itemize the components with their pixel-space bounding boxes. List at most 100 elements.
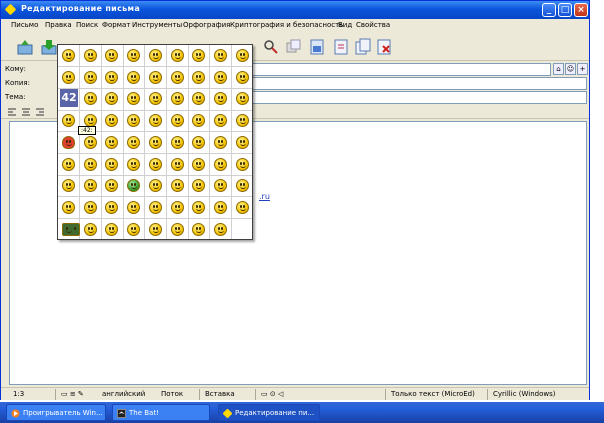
smiley-icon[interactable] [105, 92, 119, 106]
smiley-icon[interactable] [105, 200, 119, 214]
smiley-icon[interactable] [127, 49, 141, 62]
smiley-icon[interactable] [148, 222, 162, 236]
smiley-icon[interactable] [213, 70, 227, 84]
smiley-icon[interactable] [192, 70, 206, 84]
queue-icon[interactable] [39, 37, 59, 57]
smiley-icon[interactable] [170, 114, 184, 128]
smiley-icon[interactable] [62, 200, 75, 214]
smiley-icon[interactable] [148, 49, 162, 62]
smiley-icon[interactable] [235, 49, 249, 62]
smiley-icon[interactable] [235, 179, 249, 193]
smiley-icon[interactable] [62, 222, 80, 236]
replace-icon[interactable] [261, 37, 281, 57]
smiley-icon[interactable] [127, 114, 141, 128]
smiley-icon[interactable] [105, 114, 119, 128]
smiley-icon[interactable] [192, 200, 206, 214]
smiley-icon[interactable] [127, 92, 141, 106]
add-recipient-icon[interactable]: + [577, 63, 588, 75]
maximize-button[interactable]: □ [558, 3, 572, 17]
smiley-icon[interactable] [235, 114, 249, 128]
smiley-icon[interactable] [170, 222, 184, 236]
align-right-icon[interactable] [35, 107, 45, 117]
spellcheck-icon[interactable] [283, 37, 303, 57]
smiley-icon[interactable] [105, 49, 119, 62]
delete-icon[interactable] [375, 37, 395, 57]
template-icon[interactable] [331, 37, 351, 57]
smiley-icon[interactable] [170, 92, 184, 106]
taskbar-message-editor[interactable]: Редактирование пи... [218, 404, 320, 421]
smiley-icon[interactable] [127, 222, 141, 236]
smiley-icon[interactable] [192, 157, 206, 171]
smiley-icon[interactable] [192, 222, 206, 236]
smiley-icon[interactable] [235, 92, 249, 106]
align-center-icon[interactable] [21, 107, 31, 117]
taskbar-media-player[interactable]: Проигрыватель Win... [6, 404, 106, 421]
smiley-icon[interactable] [192, 49, 206, 62]
smiley-icon[interactable] [235, 135, 249, 149]
send-icon[interactable] [15, 37, 35, 57]
smiley-icon[interactable] [170, 157, 184, 171]
smiley-icon[interactable] [105, 157, 119, 171]
smiley-icon[interactable] [148, 157, 162, 171]
number-42-smiley[interactable]: 42 [60, 89, 78, 107]
smiley-icon[interactable] [62, 70, 75, 84]
menu-properties[interactable]: Свойства [356, 21, 390, 29]
body-link[interactable]: .ru [259, 192, 270, 201]
smiley-icon[interactable] [62, 135, 75, 149]
smiley-icon[interactable] [83, 222, 97, 236]
smiley-icon[interactable] [62, 157, 75, 171]
smiley-icon[interactable] [62, 49, 75, 62]
smiley-icon[interactable] [105, 222, 119, 236]
smiley-icon[interactable] [127, 200, 141, 214]
smiley-icon[interactable] [170, 179, 184, 193]
close-button[interactable]: × [574, 3, 588, 17]
smiley-icon[interactable] [83, 179, 97, 193]
smiley-icon[interactable] [83, 49, 97, 62]
minimize-button[interactable]: _ [542, 3, 556, 17]
smiley-icon[interactable] [170, 135, 184, 149]
smiley-icon[interactable] [213, 49, 227, 62]
menu-spelling[interactable]: Орфография [183, 21, 230, 29]
align-left-icon[interactable] [7, 107, 17, 117]
charset-indicator[interactable]: Cyrillic (Windows) [493, 390, 555, 398]
smiley-icon[interactable] [170, 200, 184, 214]
smiley-icon[interactable] [235, 200, 249, 214]
smiley-icon[interactable] [148, 70, 162, 84]
smiley-icon[interactable] [105, 135, 119, 149]
smiley-icon[interactable] [148, 200, 162, 214]
smiley-icon[interactable] [192, 92, 206, 106]
menu-message[interactable]: Письмо [11, 21, 38, 29]
smiley-icon[interactable] [83, 157, 97, 171]
smiley-icon[interactable] [127, 135, 141, 149]
smiley-icon[interactable] [127, 157, 141, 171]
smiley-icon[interactable] [170, 49, 184, 62]
contacts-icon[interactable]: ☺ [565, 63, 576, 75]
smiley-icon[interactable] [127, 179, 141, 193]
smiley-icon[interactable] [83, 135, 97, 149]
smiley-icon[interactable] [213, 222, 227, 236]
menu-format[interactable]: Формат [102, 21, 130, 29]
smiley-icon[interactable] [148, 92, 162, 106]
smiley-icon[interactable] [148, 135, 162, 149]
title-bar[interactable]: Редактирование письма _ □ × [1, 1, 589, 19]
copy-doc-icon[interactable] [353, 37, 373, 57]
smiley-icon[interactable] [192, 135, 206, 149]
smiley-icon[interactable] [213, 157, 227, 171]
insert-file-icon[interactable] [307, 37, 327, 57]
smiley-icon[interactable] [62, 179, 75, 193]
smiley-icon[interactable] [83, 200, 97, 214]
smiley-icon[interactable] [213, 114, 227, 128]
smiley-icon[interactable] [192, 114, 206, 128]
smiley-icon[interactable] [213, 179, 227, 193]
address-book-icon[interactable]: ⌂ [553, 63, 564, 75]
smiley-icon[interactable] [213, 200, 227, 214]
format-indicator[interactable]: Только текст (MicroEd) [391, 390, 475, 398]
language-indicator[interactable]: английский [102, 390, 145, 398]
smiley-icon[interactable] [148, 114, 162, 128]
smiley-icon[interactable] [192, 179, 206, 193]
menu-tools[interactable]: Инструменты [132, 21, 182, 29]
smiley-icon[interactable] [170, 70, 184, 84]
smiley-icon[interactable] [213, 92, 227, 106]
taskbar-the-bat[interactable]: The Bat! [112, 404, 210, 421]
smiley-icon[interactable] [127, 70, 141, 84]
